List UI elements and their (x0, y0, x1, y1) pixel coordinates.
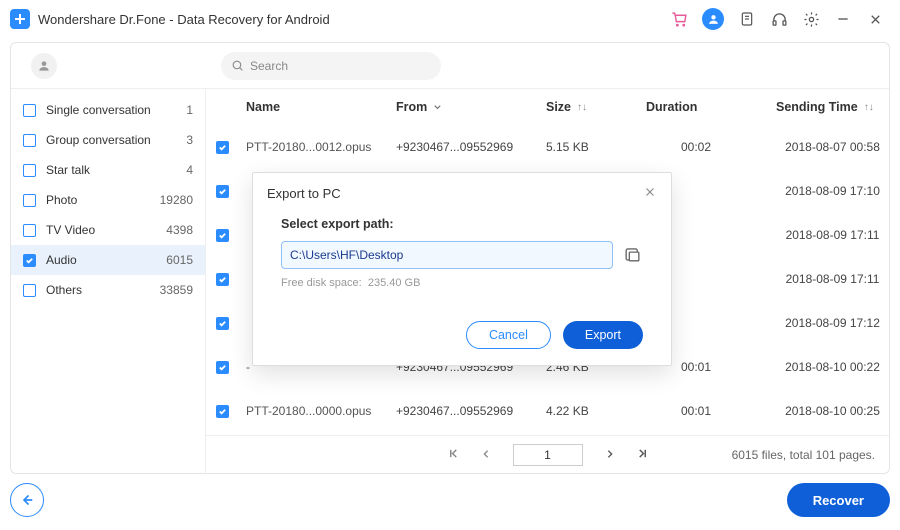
row-checkbox[interactable] (216, 141, 229, 154)
sidebar-item-count: 1 (186, 103, 193, 117)
cell-size: 4.22 KB (546, 404, 646, 418)
export-button[interactable]: Export (563, 321, 643, 349)
sidebar-item-count: 6015 (166, 253, 193, 267)
page-input[interactable] (513, 444, 583, 466)
free-space-text: Free disk space: 235.40 GB (281, 277, 643, 289)
row-checkbox[interactable] (216, 273, 229, 286)
search-placeholder: Search (250, 59, 288, 73)
app-logo (10, 9, 30, 29)
page-last-icon[interactable] (637, 448, 648, 462)
col-name[interactable]: Name (246, 100, 396, 114)
sidebar-item-count: 33859 (160, 283, 193, 297)
col-sendtime[interactable]: Sending Time↑↓ (776, 100, 889, 114)
contact-icon[interactable] (31, 53, 57, 79)
cell-sendtime: 2018-08-10 00:25 (776, 404, 889, 418)
recover-button[interactable]: Recover (787, 483, 890, 517)
sidebar-item-star-talk[interactable]: Star talk 4 (11, 155, 205, 185)
cell-from: +9230467...09552969 (396, 404, 546, 418)
sidebar: Single conversation 1 Group conversation 3 S… (11, 89, 206, 473)
checkbox[interactable] (23, 104, 36, 117)
sidebar-item-label: TV Video (46, 223, 95, 237)
toolbar: Search (11, 43, 889, 89)
cell-sendtime: 2018-08-09 17:11 (776, 228, 889, 242)
export-path-input[interactable] (281, 241, 613, 269)
sidebar-item-label: Others (46, 283, 82, 297)
dialog-close-icon[interactable] (643, 185, 657, 202)
checkbox[interactable] (23, 134, 36, 147)
headset-icon[interactable] (770, 10, 788, 28)
cell-name: PTT-20180...0000.opus (246, 404, 396, 418)
cell-name: PTT-20180...0012.opus (246, 140, 396, 154)
cell-size: 5.15 KB (546, 140, 646, 154)
row-checkbox[interactable] (216, 229, 229, 242)
row-checkbox[interactable] (216, 317, 229, 330)
table-header: Name From Size↑↓ Duration Sending Time↑↓ (206, 89, 889, 125)
col-from[interactable]: From (396, 100, 546, 114)
sidebar-item-label: Photo (46, 193, 77, 207)
row-checkbox[interactable] (216, 361, 229, 374)
sort-icon: ↑↓ (864, 102, 874, 113)
table-row[interactable]: PTT-20180...0000.opus+9230467...09552969… (206, 389, 889, 433)
sidebar-item-label: Audio (46, 253, 77, 267)
pager: 6015 files, total 101 pages. (206, 435, 889, 473)
row-checkbox[interactable] (216, 405, 229, 418)
sidebar-item-single-conversation[interactable]: Single conversation 1 (11, 95, 205, 125)
col-size[interactable]: Size↑↓ (546, 100, 646, 114)
note-icon[interactable] (738, 10, 756, 28)
pager-info: 6015 files, total 101 pages. (732, 448, 875, 462)
search-icon (231, 59, 244, 72)
checkbox[interactable] (23, 284, 36, 297)
page-next-icon[interactable] (605, 448, 615, 462)
back-button[interactable] (10, 483, 44, 517)
sidebar-item-label: Star talk (46, 163, 90, 177)
sidebar-item-count: 3 (186, 133, 193, 147)
sidebar-item-audio[interactable]: Audio 6015 (11, 245, 205, 275)
close-icon[interactable] (866, 10, 884, 28)
sidebar-item-photo[interactable]: Photo 19280 (11, 185, 205, 215)
cell-from: +9230467...09552969 (396, 140, 546, 154)
cell-sendtime: 2018-08-10 00:22 (776, 360, 889, 374)
sidebar-item-count: 4 (186, 163, 193, 177)
cart-icon[interactable] (670, 10, 688, 28)
sidebar-item-count: 19280 (160, 193, 193, 207)
dialog-title: Export to PC (267, 186, 341, 201)
sidebar-item-tv-video[interactable]: TV Video 4398 (11, 215, 205, 245)
footer: Recover (10, 480, 890, 520)
row-checkbox[interactable] (216, 185, 229, 198)
sidebar-item-count: 4398 (166, 223, 193, 237)
export-path-label: Select export path: (281, 217, 643, 231)
col-duration[interactable]: Duration (646, 100, 776, 114)
cell-duration: 00:01 (646, 404, 776, 418)
cell-sendtime: 2018-08-09 17:11 (776, 272, 889, 286)
user-avatar-icon[interactable] (702, 8, 724, 30)
checkbox[interactable] (23, 224, 36, 237)
sort-icon: ↑↓ (577, 102, 587, 113)
page-first-icon[interactable] (448, 448, 459, 462)
gear-icon[interactable] (802, 10, 820, 28)
export-dialog: Export to PC Select export path: Free di… (252, 172, 672, 366)
minimize-icon[interactable] (834, 10, 852, 28)
titlebar: Wondershare Dr.Fone - Data Recovery for … (0, 0, 900, 38)
cell-duration: 00:02 (646, 140, 776, 154)
checkbox[interactable] (23, 194, 36, 207)
page-prev-icon[interactable] (481, 448, 491, 462)
sidebar-item-group-conversation[interactable]: Group conversation 3 (11, 125, 205, 155)
app-title: Wondershare Dr.Fone - Data Recovery for … (38, 12, 330, 27)
sidebar-item-others[interactable]: Others 33859 (11, 275, 205, 305)
table-row[interactable]: PTT-20180...0012.opus+9230467...09552969… (206, 125, 889, 169)
chevron-down-icon (433, 103, 442, 112)
browse-folder-icon[interactable] (623, 245, 643, 265)
cell-sendtime: 2018-08-07 00:58 (776, 140, 889, 154)
checkbox[interactable] (23, 164, 36, 177)
cell-sendtime: 2018-08-09 17:12 (776, 316, 889, 330)
sidebar-item-label: Group conversation (46, 133, 151, 147)
search-input[interactable]: Search (221, 52, 441, 80)
sidebar-item-label: Single conversation (46, 103, 151, 117)
cell-sendtime: 2018-08-09 17:10 (776, 184, 889, 198)
cancel-button[interactable]: Cancel (466, 321, 551, 349)
checkbox[interactable] (23, 254, 36, 267)
